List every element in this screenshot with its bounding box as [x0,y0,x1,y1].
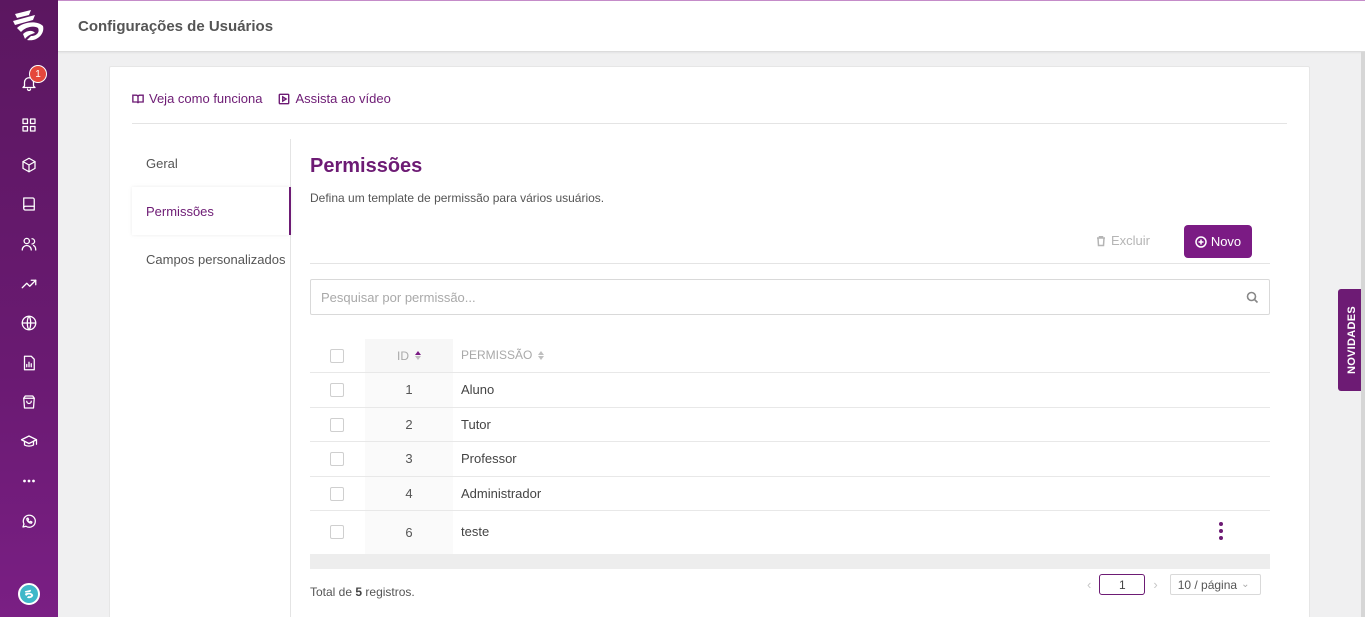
current-page[interactable]: 1 [1099,574,1146,595]
settings-card: Veja como funciona Assista ao vídeo Gera… [109,66,1310,617]
open-book-icon [132,93,144,103]
table-row[interactable]: 3 Professor [310,442,1270,477]
help-links: Veja como funciona Assista ao vídeo [132,91,391,106]
total-suffix: registros. [365,585,415,599]
row-id: 1 [365,373,453,407]
how-it-works-label: Veja como funciona [149,91,263,106]
trending-icon[interactable] [17,272,41,296]
row-checkbox[interactable] [330,525,344,539]
cube-icon[interactable] [17,153,41,177]
menu-item-permissoes[interactable]: Permissões [132,187,291,235]
table-row[interactable]: 6 teste [310,511,1270,554]
card-divider [132,123,1287,124]
watch-video-label: Assista ao vídeo [295,91,391,106]
row-checkbox[interactable] [330,417,344,432]
menu-item-campos-personalizados[interactable]: Campos personalizados [132,235,291,283]
new-label: Novo [1210,234,1242,249]
section-title: Permissões [310,155,423,177]
globe-icon[interactable] [17,311,41,335]
column-header-id[interactable]: ID [365,339,453,372]
row-checkbox[interactable] [330,383,344,397]
settings-menu: Geral Permissões Campos personalizados [132,139,291,617]
novidades-label: NOVIDADES [1345,305,1358,375]
user-avatar[interactable] [18,583,40,605]
app-logo[interactable] [9,6,49,46]
chevron-down-icon: ⌄ [1241,579,1250,590]
row-actions-icon[interactable] [1217,522,1225,542]
sidebar: 1 [0,0,58,617]
whatsapp-icon[interactable] [17,509,41,533]
row-id: 4 [365,476,453,510]
how-it-works-link[interactable]: Veja como funciona [132,91,262,106]
new-button[interactable]: Novo [1184,225,1252,258]
next-page-icon[interactable]: › [1153,577,1157,592]
grid-icon[interactable] [17,113,41,137]
row-permission: Administrador [461,485,542,501]
menu-item-geral[interactable]: Geral [132,139,291,187]
permissions-panel: Permissões Defina um template de permiss… [310,155,1270,599]
column-header-permission[interactable]: PERMISSÃO [461,348,545,362]
section-subtitle: Defina um template de permissão para vár… [310,191,605,205]
search-input[interactable] [321,280,1221,314]
total-prefix: Total de [310,585,353,599]
row-permission: Tutor [461,416,491,432]
top-bar: Configurações de Usuários [58,0,1365,52]
book-icon[interactable] [17,192,41,216]
report-icon[interactable] [17,351,41,375]
search-box [310,279,1270,315]
row-id: 3 [365,442,453,476]
delete-button[interactable]: Excluir [1095,233,1150,248]
table-row[interactable]: 4 Administrador [310,476,1270,511]
trash-icon [1097,235,1105,246]
notification-badge: 1 [29,65,47,83]
pagination: ‹ 1 › 10 / página ⌄ [1087,574,1261,595]
row-id: 2 [365,407,453,441]
shopping-bag-icon[interactable] [17,390,41,414]
row-checkbox[interactable] [330,486,344,501]
search-icon[interactable] [1246,291,1259,304]
row-id: 6 [365,511,453,554]
delete-label: Excluir [1111,233,1151,248]
id-header-label: ID [397,348,409,363]
row-permission: Aluno [461,382,495,397]
table-scroll-area [310,554,1270,569]
page-size-select[interactable]: 10 / página ⌄ [1169,574,1261,595]
plus-circle-icon [1195,235,1207,248]
table-header: ID PERMISSÃO [310,339,1270,373]
sort-icon [538,350,545,360]
horizontal-scrollbar[interactable] [310,554,1270,569]
page-title: Configurações de Usuários [78,18,274,35]
toolbar-divider [310,263,1270,264]
select-all-checkbox[interactable] [330,349,344,363]
play-video-icon [279,93,290,104]
table-row[interactable]: 2 Tutor [310,407,1270,442]
users-icon[interactable] [17,232,41,256]
prev-page-icon[interactable]: ‹ [1087,577,1091,592]
permission-header-label: PERMISSÃO [461,348,533,362]
row-permission: Professor [461,451,517,466]
row-permission: teste [461,524,490,539]
table-row[interactable]: 1 Aluno [310,373,1270,408]
more-icon[interactable] [17,469,41,493]
permissions-table: ID PERMISSÃO 1 Aluno 2 Tutor 3 Professor… [310,339,1270,569]
row-checkbox[interactable] [330,452,344,466]
page-size-label: 10 / página [1177,577,1238,592]
sort-icon [415,351,421,360]
page-scrollbar[interactable] [1361,52,1365,617]
total-records: Total de 5 registros. [310,585,415,599]
graduation-cap-icon[interactable] [17,430,41,454]
watch-video-link[interactable]: Assista ao vídeo [278,91,391,106]
total-count: 5 [355,585,363,599]
